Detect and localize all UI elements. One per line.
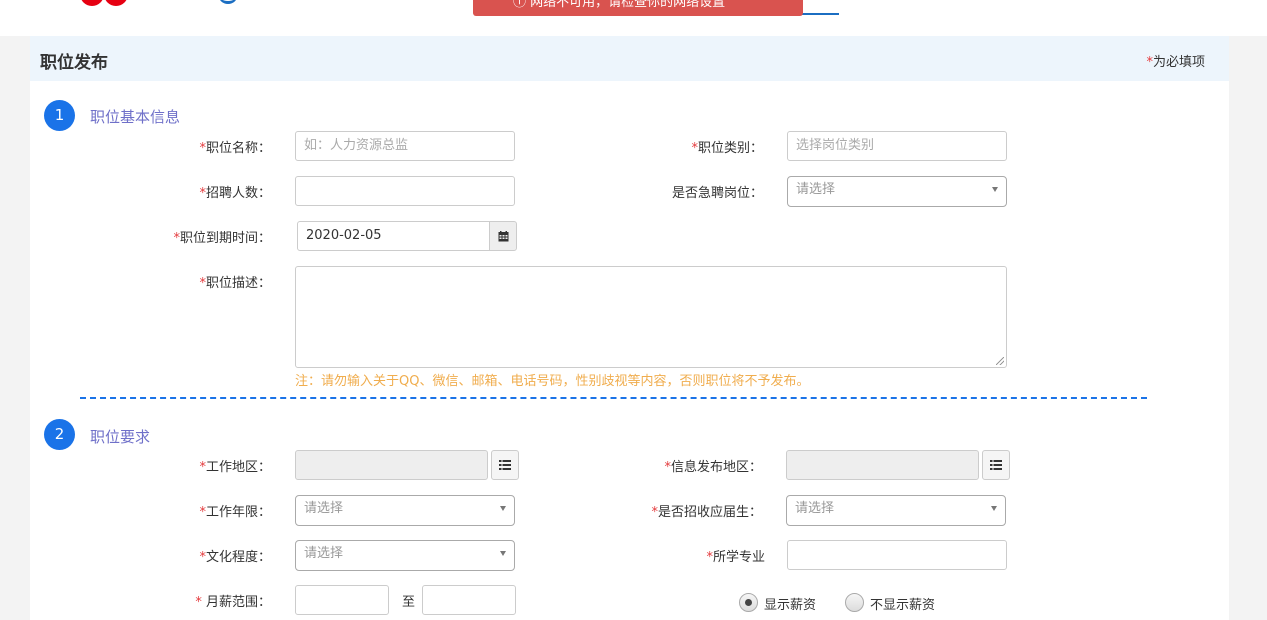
salary-separator: 至 bbox=[402, 595, 416, 610]
hide-salary-radio[interactable] bbox=[845, 593, 864, 612]
list-icon bbox=[990, 460, 1002, 470]
required-note: *为必填项 bbox=[1146, 55, 1205, 70]
toast-message: ⓘ 网络不可用，请检查你的网络设置 bbox=[513, 0, 726, 10]
step-number-2: 2 bbox=[44, 419, 75, 450]
section-title-basic-info: 职位基本信息 bbox=[90, 108, 181, 126]
active-nav-indicator bbox=[802, 13, 839, 15]
logo-mark-second[interactable] bbox=[104, 0, 128, 6]
experience-label: *工作年限： bbox=[199, 505, 271, 520]
salary-max-input[interactable] bbox=[422, 585, 516, 615]
dropdown-arrow-icon bbox=[991, 506, 997, 511]
network-error-toast: ⓘ 网络不可用，请检查你的网络设置 bbox=[473, 0, 803, 16]
urgent-select[interactable]: 请选择 bbox=[787, 176, 1007, 207]
description-textarea[interactable] bbox=[295, 266, 1007, 368]
education-label: *文化程度： bbox=[199, 550, 271, 565]
panel-header: 职位发布 *为必填项 bbox=[30, 36, 1229, 81]
experience-select-value: 请选择 bbox=[304, 501, 344, 516]
work-area-input[interactable] bbox=[295, 450, 488, 480]
fresh-grad-label: *是否招收应届生： bbox=[651, 505, 762, 520]
logo-swoosh-icon bbox=[218, 0, 238, 4]
job-name-label: *职位名称： bbox=[199, 141, 271, 156]
work-area-label: *工作地区： bbox=[199, 460, 271, 475]
publish-area-label: *信息发布地区： bbox=[664, 460, 762, 475]
urgent-label: 是否急聘岗位： bbox=[671, 186, 763, 201]
section-divider bbox=[80, 397, 1147, 399]
dropdown-arrow-icon bbox=[992, 187, 998, 192]
major-input[interactable] bbox=[787, 540, 1007, 570]
logo-mark[interactable] bbox=[80, 0, 104, 6]
page-title: 职位发布 bbox=[40, 53, 108, 73]
job-category-label: *职位类别： bbox=[691, 141, 763, 156]
calendar-button[interactable] bbox=[489, 221, 517, 251]
expire-date-input[interactable]: 2020-02-05 bbox=[297, 221, 490, 251]
description-label: *职位描述： bbox=[199, 276, 271, 291]
publish-area-picker-button[interactable] bbox=[982, 450, 1010, 480]
job-category-input[interactable]: 选择岗位类别 bbox=[787, 131, 1007, 161]
headcount-input[interactable] bbox=[295, 176, 515, 206]
show-salary-label[interactable]: 显示薪资 bbox=[764, 594, 816, 613]
major-label: *所学专业 bbox=[706, 550, 765, 565]
headcount-label: *招聘人数： bbox=[199, 186, 271, 201]
fresh-grad-select[interactable]: 请选择 bbox=[786, 495, 1006, 526]
work-area-picker-button[interactable] bbox=[491, 450, 519, 480]
section-title-requirements: 职位要求 bbox=[90, 428, 151, 446]
education-select[interactable]: 请选择 bbox=[295, 540, 515, 571]
job-name-input[interactable]: 如：人力资源总监 bbox=[295, 131, 515, 161]
job-publish-panel: 职位发布 *为必填项 1 职位基本信息 *职位名称： 如：人力资源总监 *职位类… bbox=[30, 36, 1229, 620]
content-notice: 注：请勿输入关于QQ、微信、邮箱、电话号码，性别歧视等内容，否则职位将不予发布。 bbox=[295, 374, 810, 389]
list-icon bbox=[499, 460, 511, 470]
calendar-icon bbox=[498, 230, 508, 241]
show-salary-radio[interactable] bbox=[739, 593, 758, 612]
salary-label: * 月薪范围： bbox=[195, 595, 271, 610]
dropdown-arrow-icon bbox=[500, 551, 506, 556]
urgent-select-value: 请选择 bbox=[796, 182, 836, 197]
step-number-1: 1 bbox=[44, 100, 75, 131]
dropdown-arrow-icon bbox=[500, 506, 506, 511]
expire-date-label: *职位到期时间： bbox=[173, 231, 271, 246]
education-select-value: 请选择 bbox=[304, 546, 344, 561]
hide-salary-label[interactable]: 不显示薪资 bbox=[870, 594, 935, 613]
publish-area-input[interactable] bbox=[786, 450, 979, 480]
fresh-grad-select-value: 请选择 bbox=[795, 501, 835, 516]
resize-grip-icon[interactable] bbox=[996, 357, 1004, 365]
experience-select[interactable]: 请选择 bbox=[295, 495, 515, 526]
salary-min-input[interactable] bbox=[295, 585, 389, 615]
